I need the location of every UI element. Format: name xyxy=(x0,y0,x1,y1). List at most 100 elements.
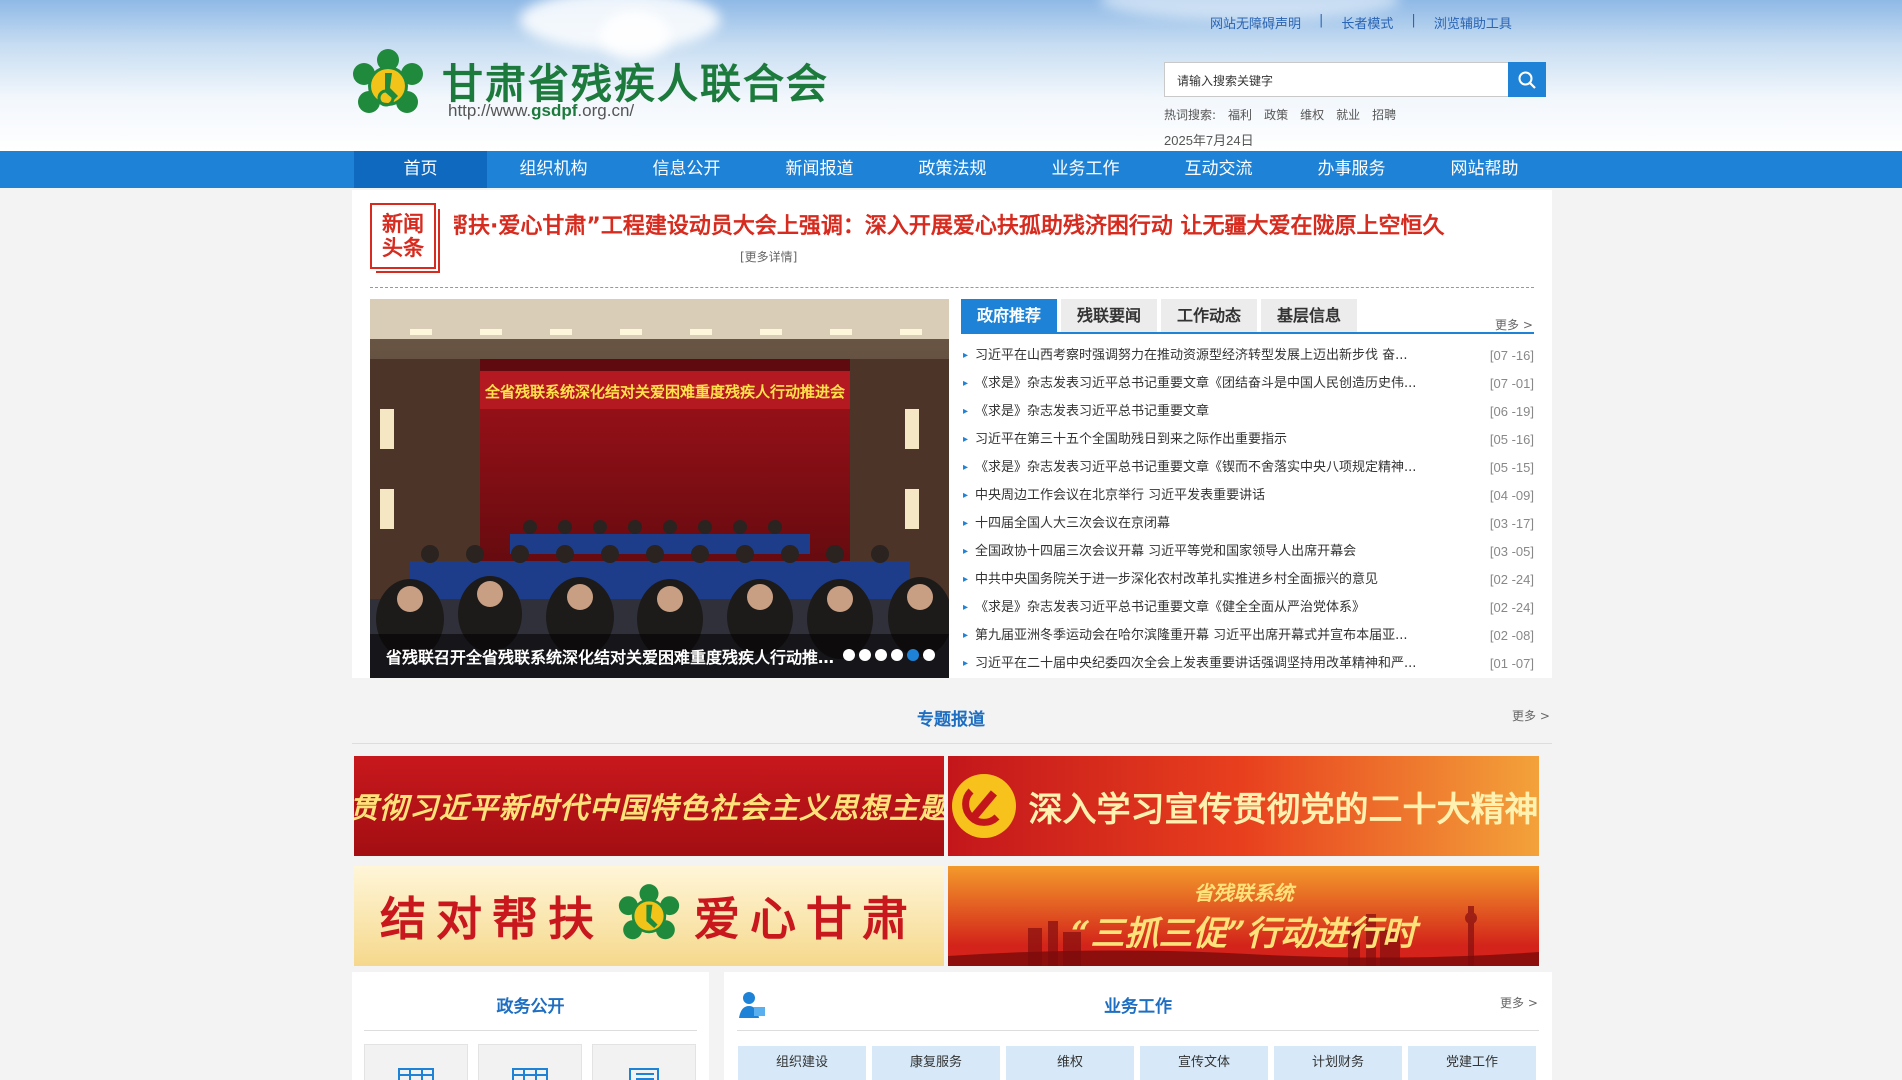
headline-marquee: 帮扶·爱心甘肃”工程建设动员大会上强调：深入开展爱心扶孤助残济困行动 让无疆大爱… xyxy=(454,208,1534,238)
search-button[interactable] xyxy=(1508,62,1546,97)
gov-tile[interactable] xyxy=(364,1044,468,1080)
business-more-link[interactable]: 更多 > xyxy=(1500,994,1538,1011)
nav-item-organization[interactable]: 组织机构 xyxy=(487,151,620,188)
slider-dot[interactable] xyxy=(923,649,935,661)
elder-mode-link[interactable]: 长者模式 xyxy=(1341,13,1393,32)
news-title[interactable]: 《求是》杂志发表习近平总书记重要文章《健全全面从严治党体系》 xyxy=(975,597,1474,625)
news-title[interactable]: 第九届亚洲冬季运动会在哈尔滨隆重开幕 习近平出席开幕式并宣布本届亚... xyxy=(975,625,1474,653)
news-title[interactable]: 《求是》杂志发表习近平总书记重要文章 xyxy=(975,401,1474,429)
news-title[interactable]: 中共中央国务院关于进一步深化农村改革扎实推进乡村全面振兴的意见 xyxy=(975,569,1474,597)
banner-text: “三抓三促”行动进行时 xyxy=(1070,914,1417,954)
hot-word-link[interactable]: 招聘 xyxy=(1372,106,1396,123)
hot-words: 热词搜索: 福利 政策 维权 就业 招聘 xyxy=(1164,106,1396,123)
chevron-right-icon: ▸ xyxy=(963,350,969,361)
list-item[interactable]: ▸ 《求是》杂志发表习近平总书记重要文章《团结奋斗是中国人民创造历史伟... [07… xyxy=(963,373,1534,401)
slider-dot[interactable] xyxy=(859,649,871,661)
news-title[interactable]: 十四届全国人大三次会议在京闭幕 xyxy=(975,513,1474,541)
list-item[interactable]: ▸ 习近平在山西考察时强调努力在推动资源型经济转型发展上迈出新步伐 奋... [07… xyxy=(963,345,1534,373)
headline-link[interactable]: 帮扶·爱心甘肃”工程建设动员大会上强调：深入开展爱心扶孤助残济困行动 让无疆大爱… xyxy=(454,214,1444,238)
list-item[interactable]: ▸ 习近平在二十届中央纪委四次全会上发表重要讲话强调坚持用改革精神和严... [01… xyxy=(963,653,1534,681)
slider-caption[interactable]: 省残联召开全省残联系统深化结对关爱困难重度残疾人行动推进会 xyxy=(386,644,836,668)
meeting-banner-text: 全省残联系统深化结对关爱困难重度残疾人行动推进会 xyxy=(484,383,845,401)
tab-rights[interactable]: 维权 xyxy=(1006,1046,1134,1080)
nav-item-policy[interactable]: 政策法规 xyxy=(886,151,1019,188)
special-more-link[interactable]: 更多 > xyxy=(1512,707,1550,724)
news-date: [07 -01] xyxy=(1489,376,1534,391)
nav-item-news[interactable]: 新闻报道 xyxy=(753,151,886,188)
news-title[interactable]: 习近平在二十届中央纪委四次全会上发表重要讲话强调坚持用改革精神和严... xyxy=(975,653,1474,681)
slider-dot[interactable] xyxy=(875,649,887,661)
banner-pairing-support[interactable]: 结对帮扶 爱心甘肃 xyxy=(354,866,944,966)
list-item[interactable]: ▸ 《求是》杂志发表习近平总书记重要文章《锲而不舍落实中央八项规定精神... [05… xyxy=(963,457,1534,485)
slider-dots xyxy=(843,649,935,661)
list-item[interactable]: ▸ 第九届亚洲冬季运动会在哈尔滨隆重开幕 习近平出席开幕式并宣布本届亚... [02… xyxy=(963,625,1534,653)
nav-item-interaction[interactable]: 互动交流 xyxy=(1152,151,1285,188)
banner-text: 学习贯彻习近平新时代中国特色社会主义思想主题教育 xyxy=(354,791,944,825)
banner-theme-education[interactable]: 学习贯彻习近平新时代中国特色社会主义思想主题教育 xyxy=(354,756,944,856)
search-input[interactable]: 请输入搜索关键字 xyxy=(1164,62,1510,97)
tab-cdpf-news[interactable]: 残联要闻 xyxy=(1061,299,1157,332)
tab-party-building[interactable]: 党建工作 xyxy=(1408,1046,1536,1080)
news-title[interactable]: 全国政协十四届三次会议开幕 习近平等党和国家领导人出席开幕会 xyxy=(975,541,1474,569)
business-tabs: 组织建设 康复服务 维权 宣传文体 计划财务 党建工作 xyxy=(738,1046,1536,1080)
nav-item-info-disclosure[interactable]: 信息公开 xyxy=(620,151,753,188)
banner-text: 爱心甘肃 xyxy=(694,892,918,946)
news-date: [02 -24] xyxy=(1489,600,1534,615)
banner-twentieth-congress[interactable]: 深入学习宣传贯彻党的二十大精神 xyxy=(948,756,1539,856)
gov-tile[interactable] xyxy=(592,1044,696,1080)
news-title[interactable]: 习近平在山西考察时强调努力在推动资源型经济转型发展上迈出新步伐 奋... xyxy=(975,345,1474,373)
tab-local-info[interactable]: 基层信息 xyxy=(1261,299,1357,332)
tab-org-building[interactable]: 组织建设 xyxy=(738,1046,866,1080)
main-nav: 首页 组织机构 信息公开 新闻报道 政策法规 业务工作 互动交流 办事服务 网站… xyxy=(0,151,1902,188)
chevron-right-icon: ▸ xyxy=(963,630,969,641)
special-reports-title: 专题报道 xyxy=(917,710,985,730)
accessibility-statement-link[interactable]: 网站无障碍声明 xyxy=(1210,13,1301,32)
slider-dot[interactable] xyxy=(891,649,903,661)
tab-gov-recommend[interactable]: 政府推荐 xyxy=(961,299,1057,332)
divider xyxy=(352,743,1552,744)
nav-item-home[interactable]: 首页 xyxy=(354,151,487,188)
news-title[interactable]: 中央周边工作会议在北京举行 习近平发表重要讲话 xyxy=(975,485,1474,513)
slider-dot[interactable] xyxy=(843,649,855,661)
news-date: [07 -16] xyxy=(1489,348,1534,363)
badge-line: 头条 xyxy=(382,236,424,260)
divider xyxy=(961,332,1534,334)
tab-planning-finance[interactable]: 计划财务 xyxy=(1274,1046,1402,1080)
news-title[interactable]: 习近平在第三十五个全国助残日到来之际作出重要指示 xyxy=(975,429,1474,457)
chevron-right-icon: ▸ xyxy=(963,462,969,473)
current-date: 2025年7月24日 xyxy=(1164,133,1254,148)
hot-word-link[interactable]: 福利 xyxy=(1228,106,1252,123)
cdpf-emblem-icon[interactable] xyxy=(352,48,424,124)
news-date: [06 -19] xyxy=(1489,404,1534,419)
hot-word-link[interactable]: 政策 xyxy=(1264,106,1288,123)
slider-dot-active[interactable] xyxy=(907,649,919,661)
photo-slider[interactable]: 全省残联系统深化结对关爱困难重度残疾人行动推进会 省残联召开全省残联系统深化结对… xyxy=(370,299,949,678)
tab-culture-sports[interactable]: 宣传文体 xyxy=(1140,1046,1268,1080)
site-header: 甘肃省残疾人联合会 http://www.gsdpf.org.cn/ 网站无障碍… xyxy=(0,0,1902,151)
list-item[interactable]: ▸ 十四届全国人大三次会议在京闭幕 [03 -17] xyxy=(963,513,1534,541)
list-item[interactable]: ▸ 《求是》杂志发表习近平总书记重要文章 [06 -19] xyxy=(963,401,1534,429)
list-item[interactable]: ▸ 《求是》杂志发表习近平总书记重要文章《健全全面从严治党体系》 [02 -24] xyxy=(963,597,1534,625)
nav-item-business[interactable]: 业务工作 xyxy=(1019,151,1152,188)
more-detail-link[interactable]: [更多详情] xyxy=(740,248,797,265)
list-item[interactable]: ▸ 中共中央国务院关于进一步深化农村改革扎实推进乡村全面振兴的意见 [02 -24] xyxy=(963,569,1534,597)
list-item[interactable]: ▸ 中央周边工作会议在北京举行 习近平发表重要讲话 [04 -09] xyxy=(963,485,1534,513)
meeting-photo: 全省残联系统深化结对关爱困难重度残疾人行动推进会 xyxy=(370,299,949,678)
nav-item-help[interactable]: 网站帮助 xyxy=(1418,151,1551,188)
news-more-link[interactable]: 更多 > xyxy=(1495,316,1533,333)
banner-three-grasps[interactable]: 省残联系统 “三抓三促”行动进行时 xyxy=(948,866,1539,966)
hot-word-link[interactable]: 维权 xyxy=(1300,106,1324,123)
tab-work-updates[interactable]: 工作动态 xyxy=(1161,299,1257,332)
gov-tile[interactable] xyxy=(478,1044,582,1080)
news-title[interactable]: 《求是》杂志发表习近平总书记重要文章《锲而不舍落实中央八项规定精神... xyxy=(975,457,1474,485)
list-item[interactable]: ▸ 全国政协十四届三次会议开幕 习近平等党和国家领导人出席开幕会 [03 -05] xyxy=(963,541,1534,569)
business-work-title: 业务工作 xyxy=(1104,997,1172,1017)
news-date: [03 -17] xyxy=(1489,516,1534,531)
news-title[interactable]: 《求是》杂志发表习近平总书记重要文章《团结奋斗是中国人民创造历史伟... xyxy=(975,373,1474,401)
nav-item-services[interactable]: 办事服务 xyxy=(1285,151,1418,188)
tab-rehab-service[interactable]: 康复服务 xyxy=(872,1046,1000,1080)
list-item[interactable]: ▸ 习近平在第三十五个全国助残日到来之际作出重要指示 [05 -16] xyxy=(963,429,1534,457)
hot-word-link[interactable]: 就业 xyxy=(1336,106,1360,123)
browse-assist-link[interactable]: 浏览辅助工具 xyxy=(1434,13,1512,32)
chevron-right-icon: ▸ xyxy=(963,518,969,529)
